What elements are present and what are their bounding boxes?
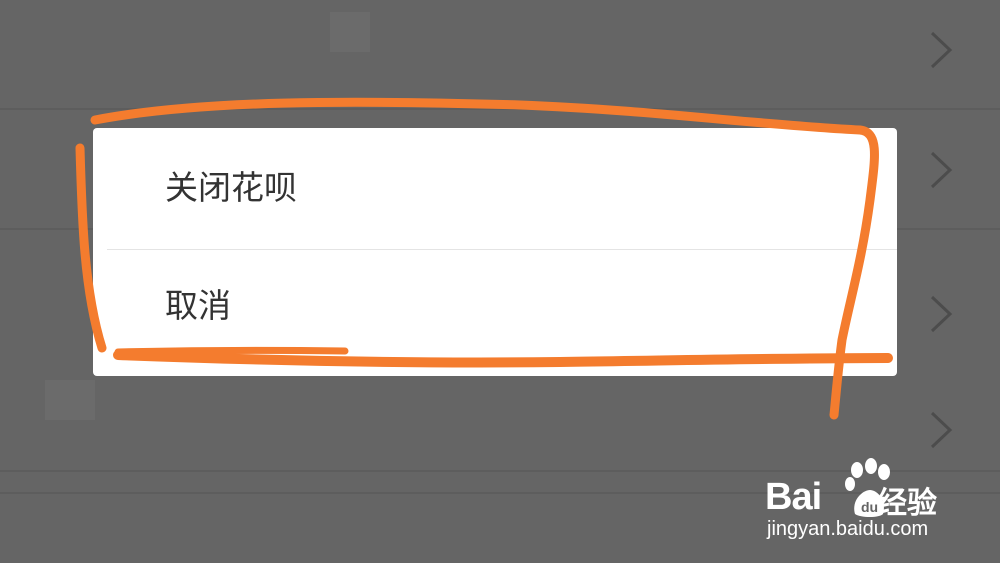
baidu-jingyan-watermark: Bai du 经验 jingyan.baidu.com [765, 456, 965, 546]
chevron-right-icon[interactable] [928, 410, 954, 450]
cancel-option[interactable]: 取消 [93, 250, 897, 370]
chevron-right-icon[interactable] [928, 150, 954, 190]
background-ghost-block [330, 12, 370, 52]
option-label: 关闭花呗 [165, 168, 297, 207]
watermark-brand: Bai [765, 476, 822, 518]
action-sheet: 关闭花呗 取消 [93, 128, 897, 376]
svg-text:du: du [861, 499, 878, 515]
list-separator [0, 108, 1000, 110]
chevron-right-icon[interactable] [928, 294, 954, 334]
close-huabei-option[interactable]: 关闭花呗 [93, 128, 897, 248]
chevron-right-icon[interactable] [928, 30, 954, 70]
watermark-brand-suffix: 经验 [877, 486, 937, 521]
background-ghost-block [45, 380, 95, 420]
option-label: 取消 [165, 286, 231, 325]
watermark-url: jingyan.baidu.com [767, 518, 929, 540]
